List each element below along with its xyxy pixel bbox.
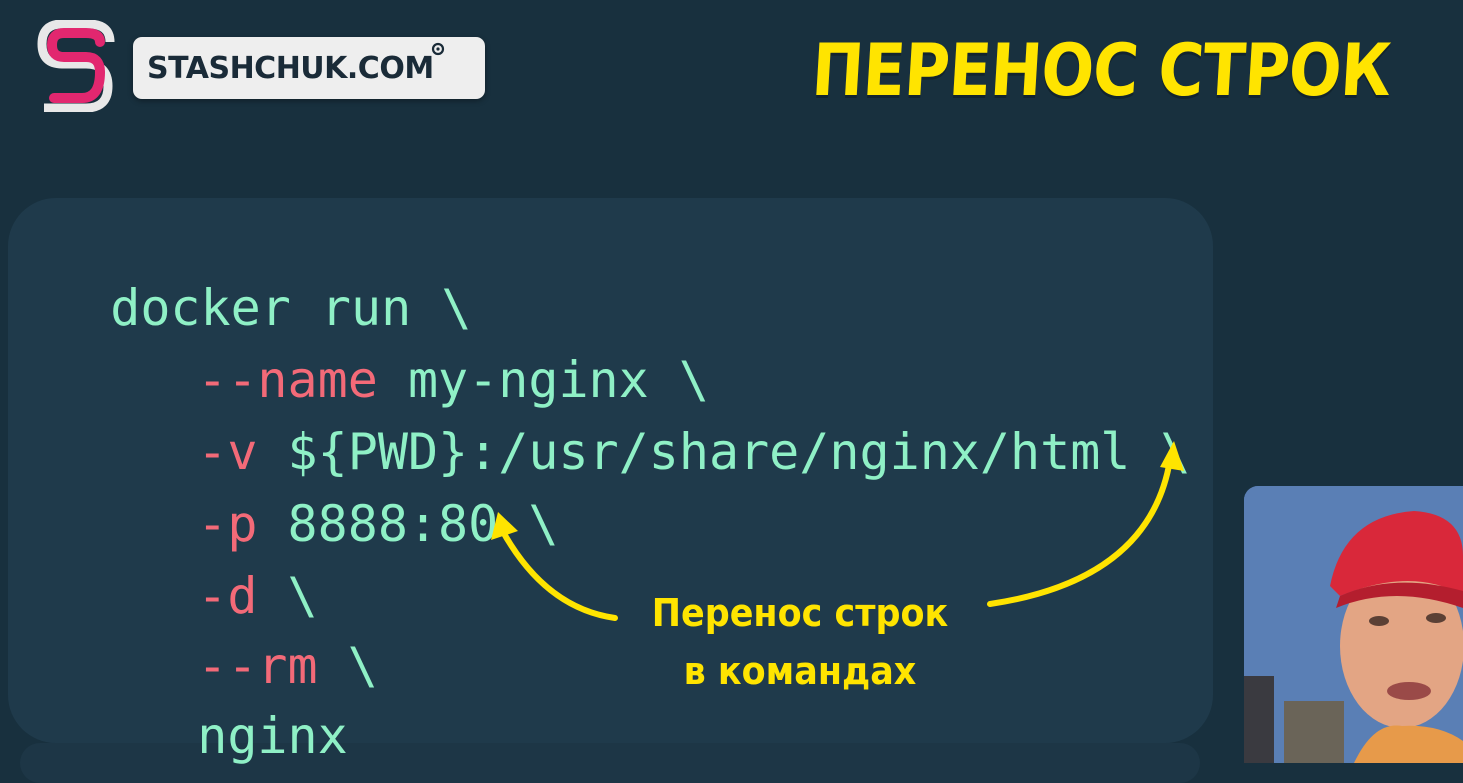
- brand-domain: STASHCHUK.COM: [147, 51, 434, 86]
- annotation-line-1: Перенос строк: [651, 591, 949, 635]
- page-title: ПЕРЕНОС СТРОК: [810, 28, 1394, 112]
- annotation-line-2: в командах: [683, 649, 917, 693]
- annotation-text: Перенос строк в командах: [625, 584, 975, 700]
- gear-icon: [431, 42, 445, 56]
- presenter-image: [1244, 486, 1463, 763]
- code-text: nginx: [197, 707, 348, 765]
- webcam-video: [1244, 486, 1463, 763]
- stashchuk-logo-icon: [37, 20, 115, 112]
- brand-badge: STASHCHUK.COM: [133, 37, 485, 99]
- code-line-7: nginx: [137, 646, 348, 766]
